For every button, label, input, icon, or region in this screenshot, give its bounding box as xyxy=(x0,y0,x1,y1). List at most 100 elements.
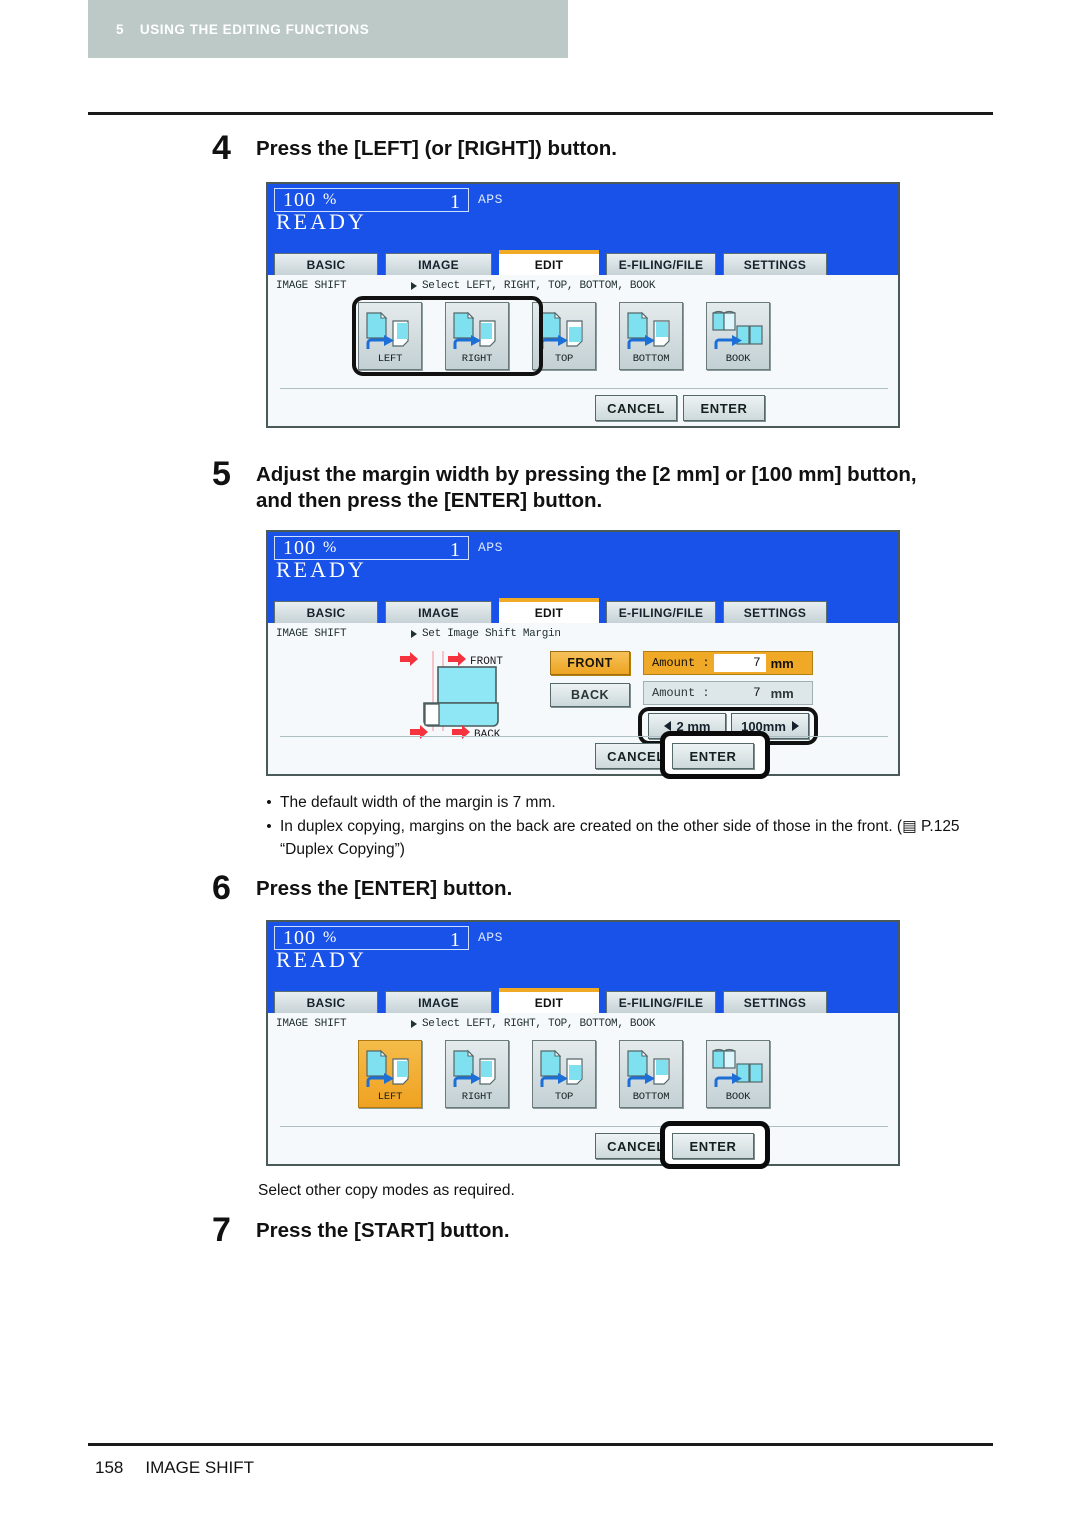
mode-button-top[interactable]: TOP xyxy=(532,1040,596,1108)
panel4-tab-basic[interactable]: BASIC xyxy=(274,253,378,275)
panel4-ratio-value: 100 xyxy=(283,189,316,211)
panel4-tab-image[interactable]: IMAGE xyxy=(385,253,492,275)
chapter-title: USING THE EDITING FUNCTIONS xyxy=(139,21,370,37)
panel5-tab-settings[interactable]: SETTINGS xyxy=(723,601,827,623)
copier-panel-step6[interactable]: 100 % 1 APS READY BASIC IMAGE EDIT E-FIL… xyxy=(266,920,900,1169)
panel4-status-text: READY xyxy=(276,209,367,234)
panel6-mode-buttons: LEFT RIGHT TOP BOTTOM BOOK xyxy=(358,1040,770,1108)
panel5-paper-mode: APS xyxy=(478,540,503,555)
panel6-tab-basic[interactable]: BASIC xyxy=(274,991,378,1013)
panel5-back-amount-label: Amount : xyxy=(652,686,710,700)
panel4-paper-mode: APS xyxy=(478,192,503,207)
panel4-copy-count: 1 xyxy=(450,191,460,213)
chapter-number: 5 xyxy=(116,21,124,37)
bottom-shift-icon xyxy=(624,309,678,353)
panel6-tab-image[interactable]: IMAGE xyxy=(385,991,492,1013)
mode-button-top[interactable]: TOP xyxy=(532,302,596,370)
step-4-text: Press the [LEFT] (or [RIGHT]) button. xyxy=(256,136,617,162)
panel5-front-amount-label: Amount : xyxy=(652,656,710,670)
mode-button-book[interactable]: BOOK xyxy=(706,302,770,370)
mode-button-right[interactable]: RIGHT xyxy=(445,1040,509,1108)
step-5-text: Adjust the margin width by pressing the … xyxy=(256,462,917,514)
footer-page-number: 158 xyxy=(95,1458,124,1477)
panel4-instruction-text: Select LEFT, RIGHT, TOP, BOTTOM, BOOK xyxy=(422,280,656,292)
mode-button-book[interactable]: BOOK xyxy=(706,1040,770,1108)
mode-button-right[interactable]: RIGHT xyxy=(445,302,509,370)
step-5-line1: Adjust the margin width by pressing the … xyxy=(256,463,917,486)
mode-button-label: LEFT xyxy=(377,1091,403,1103)
left-shift-icon xyxy=(363,309,417,353)
footer-section-title: IMAGE SHIFT xyxy=(145,1458,254,1477)
step-6-text: Press the [ENTER] button. xyxy=(256,876,512,902)
panel5-back-amount[interactable]: Amount : 7 mm xyxy=(643,681,813,705)
note-item: • The default width of the margin is 7 m… xyxy=(258,792,998,814)
step-5-line2: and then press the [ENTER] button. xyxy=(256,489,603,513)
panel4-tab-settings[interactable]: SETTINGS xyxy=(723,253,827,275)
panel6-tab-settings[interactable]: SETTINGS xyxy=(723,991,827,1013)
book-shift-icon xyxy=(711,309,765,353)
panel5-divider xyxy=(280,736,888,737)
arrow-left-icon xyxy=(663,721,671,731)
panel5-status-text: READY xyxy=(276,557,367,582)
arrow-right-icon xyxy=(791,721,799,731)
mode-button-bottom[interactable]: BOTTOM xyxy=(619,302,683,370)
step-4-line1: Press the [LEFT] (or [RIGHT]) button. xyxy=(256,137,617,160)
triangle-pointer-icon xyxy=(411,630,417,638)
step5-notes: • The default width of the margin is 7 m… xyxy=(258,792,998,863)
panel5-tab-efiling-file[interactable]: E-FILING/FILE xyxy=(606,601,716,623)
panel4-tab-row: BASIC IMAGE EDIT E-FILING/FILE SETTINGS xyxy=(268,250,898,275)
panel6-enter-button[interactable]: ENTER xyxy=(672,1133,754,1159)
panel5-function-name: IMAGE SHIFT xyxy=(276,628,347,640)
mode-button-left[interactable]: LEFT xyxy=(358,302,422,370)
book-shift-icon xyxy=(711,1047,765,1091)
panel4-enter-button[interactable]: ENTER xyxy=(683,395,765,421)
mode-button-bottom[interactable]: BOTTOM xyxy=(619,1040,683,1108)
panel6-ratio-value: 100 xyxy=(283,927,316,949)
panel6-status-bar: 100 % 1 APS READY xyxy=(268,922,898,988)
copier-panel-step4[interactable]: 100 % 1 APS READY BASIC IMAGE EDIT E-FIL… xyxy=(266,182,900,428)
svg-text:BACK: BACK xyxy=(474,729,501,741)
panel4-tab-efiling-file[interactable]: E-FILING/FILE xyxy=(606,253,716,275)
panel5-tab-basic[interactable]: BASIC xyxy=(274,601,378,623)
panel6-tab-row: BASIC IMAGE EDIT E-FILING/FILE SETTINGS xyxy=(268,988,898,1013)
panel6-function-name: IMAGE SHIFT xyxy=(276,1018,347,1030)
panel5-back-button[interactable]: BACK xyxy=(550,683,630,707)
panel5-front-amount[interactable]: Amount : 7 mm xyxy=(643,651,813,675)
panel4-cancel-button[interactable]: CANCEL xyxy=(595,395,677,421)
panel6-divider xyxy=(280,1126,888,1127)
mode-button-label: BOTTOM xyxy=(632,353,670,365)
panel6-tab-efiling-file[interactable]: E-FILING/FILE xyxy=(606,991,716,1013)
top-shift-icon xyxy=(537,1047,591,1091)
panel4-percent-sign: % xyxy=(323,191,337,208)
mode-button-label: LEFT xyxy=(377,353,403,365)
panel5-enter-button[interactable]: ENTER xyxy=(672,743,754,769)
panel5-copy-count: 1 xyxy=(450,539,460,561)
step-7-heading: 7 Press the [START] button. xyxy=(212,1213,1012,1247)
panel5-tab-edit[interactable]: EDIT xyxy=(499,598,599,623)
mode-button-label: TOP xyxy=(554,353,574,365)
bottom-shift-icon xyxy=(624,1047,678,1091)
panel4-function-name: IMAGE SHIFT xyxy=(276,280,347,292)
panel4-mode-buttons: LEFT RIGHT TOP BOTTOM BOOK xyxy=(358,302,770,370)
step-4-heading: 4 Press the [LEFT] (or [RIGHT]) button. xyxy=(212,131,1012,165)
panel5-front-button[interactable]: FRONT xyxy=(550,651,630,675)
bullet-icon: • xyxy=(266,818,272,836)
right-shift-icon xyxy=(450,309,504,353)
mode-button-left[interactable]: LEFT xyxy=(358,1040,422,1108)
copier-panel-step5[interactable]: 100 % 1 APS READY BASIC IMAGE EDIT E-FIL… xyxy=(266,530,900,779)
panel6-paper-mode: APS xyxy=(478,930,503,945)
panel6-percent-sign: % xyxy=(323,929,337,946)
step-6-number: 6 xyxy=(212,869,231,907)
mode-button-label: BOOK xyxy=(725,1091,751,1103)
panel4-divider xyxy=(280,388,888,389)
panel6-body: IMAGE SHIFT Select LEFT, RIGHT, TOP, BOT… xyxy=(268,1013,898,1169)
step-5-number: 5 xyxy=(212,455,231,493)
panel5-percent-sign: % xyxy=(323,539,337,556)
panel6-tab-edit[interactable]: EDIT xyxy=(499,988,599,1013)
panel5-ratio-value: 100 xyxy=(283,537,316,559)
panel5-instruction: Set Image Shift Margin xyxy=(411,628,561,640)
note-text: The default width of the margin is 7 mm. xyxy=(280,794,556,811)
note-text: In duplex copying, margins on the back a… xyxy=(280,818,960,858)
panel5-tab-image[interactable]: IMAGE xyxy=(385,601,492,623)
panel4-tab-edit[interactable]: EDIT xyxy=(499,250,599,275)
